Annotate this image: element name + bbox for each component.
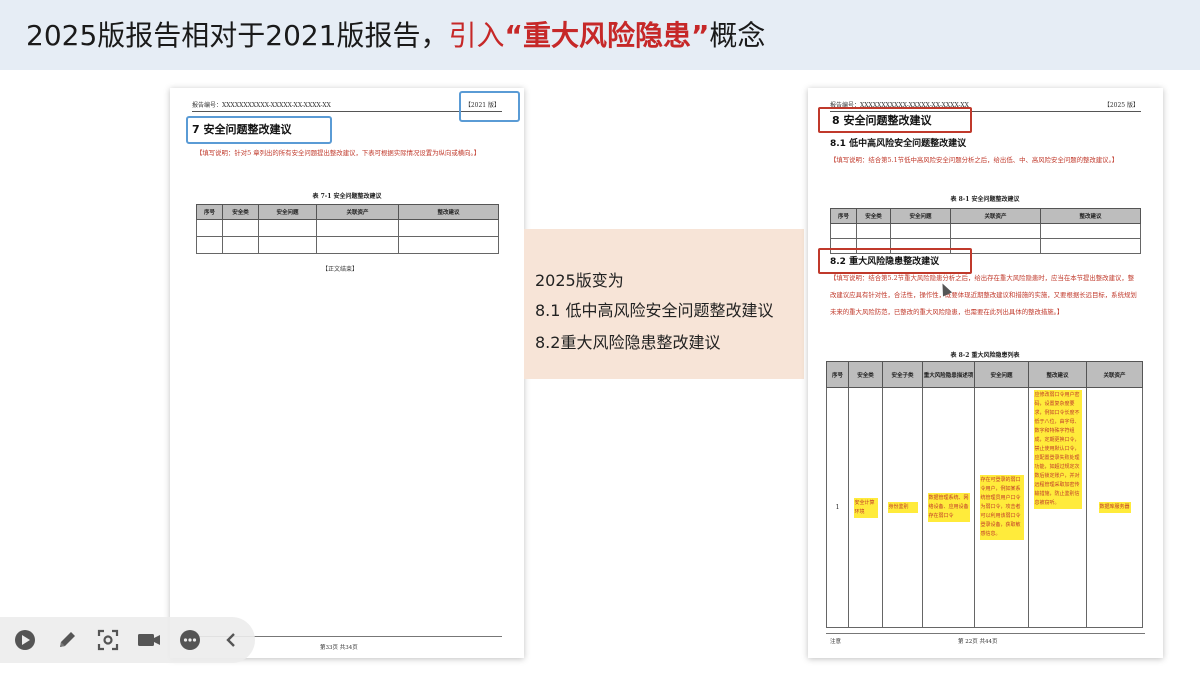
screenshot-icon[interactable]: [93, 625, 123, 655]
table-header: 序号: [196, 204, 223, 220]
table-header: 序号: [826, 361, 849, 388]
change-summary-panel: 2025版变为 8.1 低中高风险安全问题整改建议 8.2重大风险隐患整改建议: [524, 229, 804, 379]
section-title: 8 安全问题整改建议: [832, 114, 932, 127]
title-accent-prefix: 引入: [448, 19, 505, 52]
cell-remediation-advice: 应修改弱口令用户密码，设置复杂度要求，例如口令长度不低于八位，由字母、数字和特殊…: [1033, 390, 1082, 509]
table-header: 关联资产: [316, 204, 399, 220]
title-prefix: 2025版报告相对于2021版报告，: [26, 19, 449, 52]
table-header: 安全类: [848, 361, 883, 388]
page-number: 第33页 共34页: [320, 645, 358, 651]
pen-icon[interactable]: [52, 625, 82, 655]
doc-code: 报告编号：XXXXXXXXXXX-XXXXX-XX-XXXX-XX: [192, 102, 331, 109]
table2-caption: 表 8-2 重大风险隐患列表: [950, 352, 1020, 359]
cell-related-asset: 数据库服务器: [1098, 502, 1131, 513]
table-header: 整改建议: [1040, 208, 1141, 224]
slide-header: 2025版报告相对于2021版报告，引入“重大风险隐患”概念: [0, 0, 1200, 70]
table-header: 重大风险隐患描述项: [922, 361, 975, 388]
table1-caption: 表 8-1 安全问题整改建议: [950, 196, 1020, 203]
table-row: [830, 223, 1141, 239]
table-header: 安全类: [856, 208, 891, 224]
table-header: 序号: [830, 208, 857, 224]
table-header: 安全类: [222, 204, 259, 220]
subsection-title-8-2: 8.2 重大风险隐患整改建议: [830, 257, 940, 267]
page-number: 第 22页 共44页: [958, 639, 998, 645]
table-header: 整改建议: [1028, 361, 1087, 388]
presentation-toolbar: [0, 617, 255, 663]
footer-divider: [826, 633, 1145, 634]
version-highlight-box: [459, 91, 520, 122]
table-header: 关联资产: [950, 208, 1041, 224]
table-row: 1 安全计算环境 身份鉴别 数据管理系统、网络设备、应用设备存在弱口令 存在可登…: [826, 387, 1143, 628]
row-number: 1: [835, 504, 840, 511]
title-accent: 引入“重大风险隐患”: [449, 19, 710, 52]
footer-left: 注意: [830, 639, 842, 645]
play-icon[interactable]: [10, 625, 40, 655]
section-title: 7 安全问题整改建议: [192, 123, 292, 136]
subsection-title-8-1: 8.1 低中高风险安全问题整改建议: [830, 139, 967, 149]
cell-security-subclass: 身份鉴别: [887, 502, 918, 513]
fill-note-8-1: 【填写说明：结合第5.1节低中高风险安全问题分析之后，给出低、中、高风险安全问题…: [830, 156, 1119, 164]
title-accent-quoted: “重大风险隐患”: [504, 19, 710, 52]
document-page-2021: 报告编号：XXXXXXXXXXX-XXXXX-XX-XXXX-XX 【2021 …: [170, 88, 524, 658]
cell-risk-description: 数据管理系统、网络设备、应用设备存在弱口令: [927, 493, 970, 522]
table-header: 安全子类: [882, 361, 923, 388]
document-page-2025: 报告编号：XXXXXXXXXXX-XXXXX-XX-XXXX-XX 【2025 …: [808, 88, 1163, 658]
table-header: 关联资产: [1086, 361, 1143, 388]
table-header: 整改建议: [398, 204, 499, 220]
table-caption: 表 7-1 安全问题整改建议: [312, 193, 382, 200]
doc-header: 报告编号：XXXXXXXXXXX-XXXXX-XX-XXXX-XX 【2021 …: [192, 99, 502, 112]
major-risk-table: 序号 安全类 安全子类 重大风险隐患描述项 安全问题 整改建议 关联资产 1 安…: [826, 361, 1143, 628]
slide-title: 2025版报告相对于2021版报告，引入“重大风险隐患”概念: [26, 14, 765, 54]
table-header: 安全问题: [974, 361, 1029, 388]
summary-line-1: 2025版变为: [535, 271, 624, 290]
camera-icon[interactable]: [134, 625, 164, 655]
table-header: 安全问题: [258, 204, 317, 220]
fill-note: 【填写说明：针对5 章列出的所有安全问题提出整改建议，下表可根据实际情况设置为纵…: [196, 149, 481, 157]
more-icon[interactable]: [175, 625, 205, 655]
summary-line-2: 8.1 低中高风险安全问题整改建议: [535, 301, 774, 320]
body-end-marker: 【正文结束】: [322, 266, 359, 273]
cell-security-class: 安全计算环境: [853, 497, 878, 518]
title-suffix: 概念: [709, 19, 766, 52]
table-row: [196, 219, 499, 237]
table-header: 安全问题: [890, 208, 951, 224]
table-row: [196, 236, 499, 254]
issue-table: 序号 安全类 安全问题 关联资产 整改建议: [196, 204, 499, 254]
cell-security-issue: 存在可登录的弱口令用户，例如某系统管理员用户口令为弱口令，攻击者可以利用该弱口令…: [979, 475, 1024, 540]
fill-note-8-2: 【填写说明：结合第5.2节重大风险隐患分析之后，给出存在重大风险隐患时，应当在本…: [830, 274, 1137, 316]
summary-line-3: 8.2重大风险隐患整改建议: [535, 333, 721, 352]
doc-version: 【2025 版】: [1103, 102, 1139, 109]
back-icon[interactable]: [216, 625, 246, 655]
